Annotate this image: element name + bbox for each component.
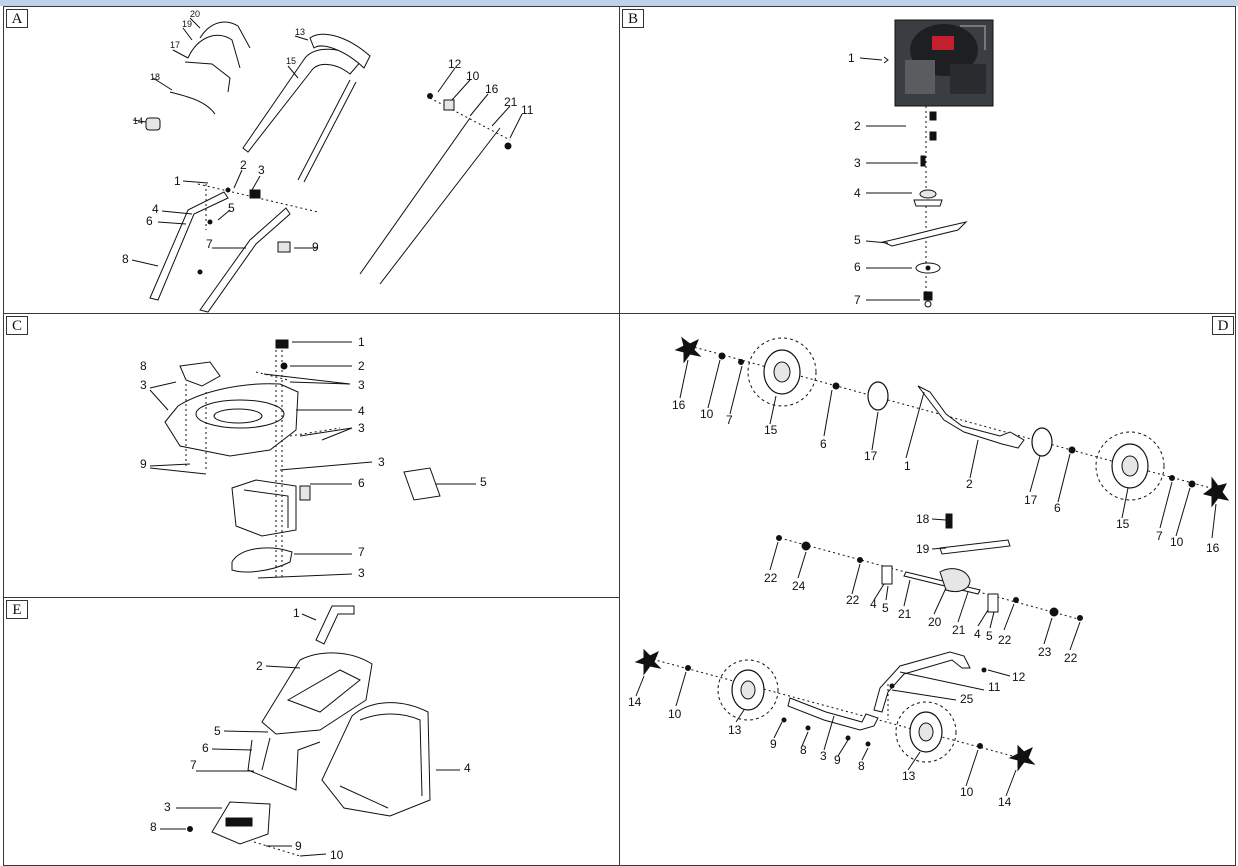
panel-a — [3, 6, 620, 314]
panel-e — [3, 597, 620, 866]
panel-a-tag: A — [6, 9, 28, 28]
panel-c — [3, 313, 620, 598]
panel-e-tag: E — [6, 600, 28, 619]
panel-b — [619, 6, 1236, 314]
panel-d-tag: D — [1212, 316, 1234, 335]
panel-d — [619, 313, 1236, 866]
panel-c-tag: C — [6, 316, 28, 335]
panel-b-tag: B — [622, 9, 644, 28]
